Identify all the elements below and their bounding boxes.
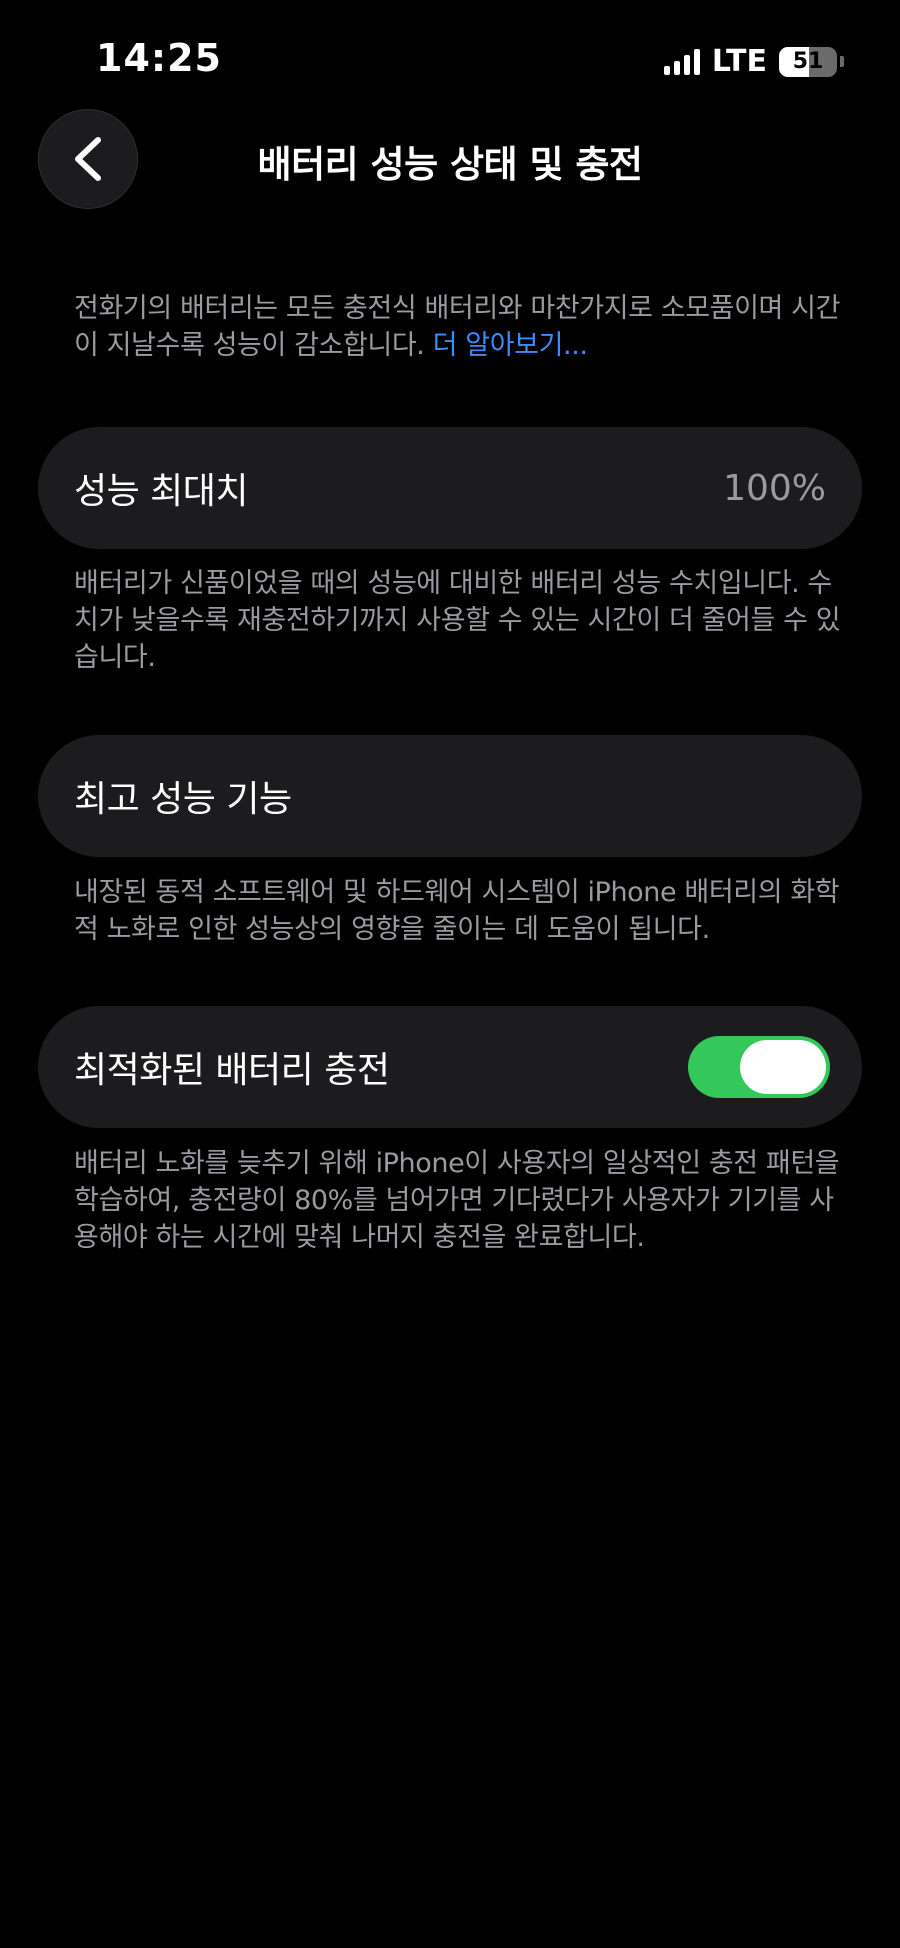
peak-performance-row[interactable]: 최고 성능 기능 [38,735,862,857]
maximum-capacity-description: 배터리가 신품이었을 때의 성능에 대비한 배터리 성능 수치입니다. 수치가 … [74,568,841,673]
intro-description: 전화기의 배터리는 모든 충전식 배터리와 마찬가지로 소모품이며 시간이 지날… [74,290,854,364]
optimized-charging-row: 최적화된 배터리 충전 [38,1006,862,1128]
network-type: LTE [711,44,767,79]
optimized-charging-description: 배터리 노화를 늦추기 위해 iPhone이 사용자의 일상적인 충전 패턴을 … [74,1148,840,1253]
page-title: 배터리 성능 상태 및 충전 [257,143,643,186]
maximum-capacity-value: 100% [723,467,826,509]
maximum-capacity-label: 성능 최대치 [74,471,249,512]
cellular-signal-icon [663,48,700,75]
toggle-knob [740,1040,826,1094]
status-bar: 14:25 LTE 51 [0,0,900,110]
optimized-charging-toggle[interactable] [688,1036,830,1098]
battery-level: 51 [792,49,824,74]
status-indicators: LTE 51 [663,44,844,79]
peak-performance-description: 내장된 동적 소프트웨어 및 하드웨어 시스템이 iPhone 배터리의 화학적… [74,877,840,945]
peak-performance-label: 최고 성능 기능 [74,779,292,820]
maximum-capacity-row: 성능 최대치 100% [38,427,862,549]
battery-icon: 51 [779,46,844,77]
learn-more-link[interactable]: 더 알아보기... [433,330,588,361]
optimized-charging-label: 최적화된 배터리 충전 [74,1050,390,1091]
status-time: 14:25 [96,36,222,80]
